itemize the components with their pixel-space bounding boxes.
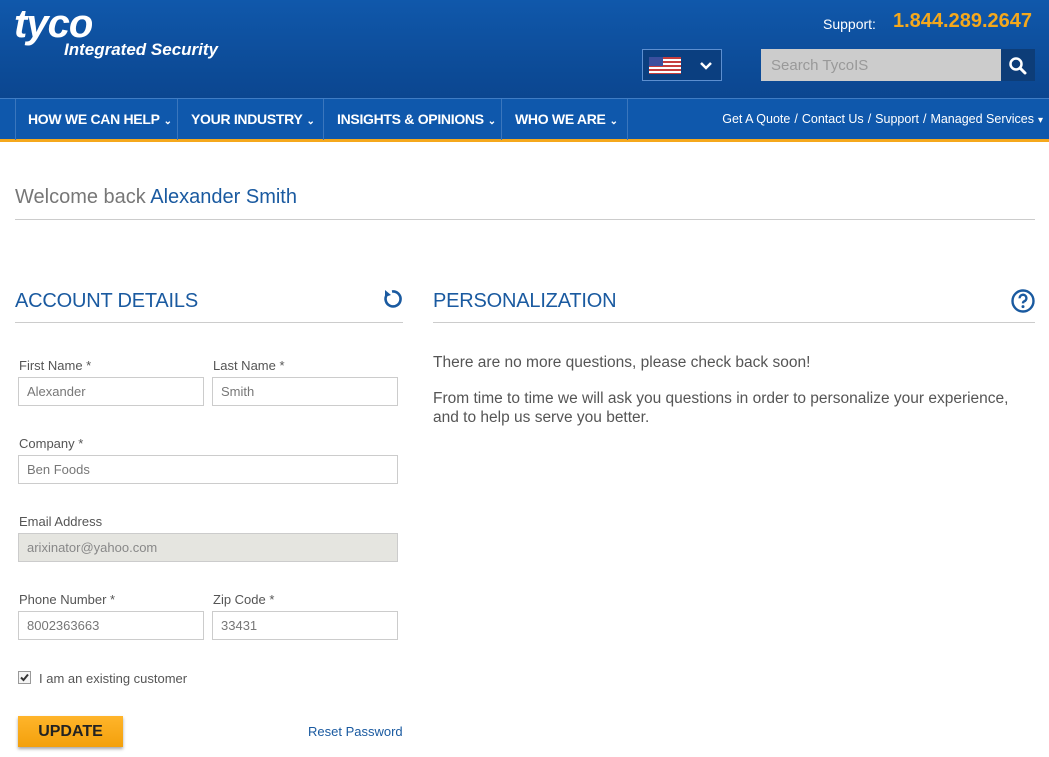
- user-name: Alexander Smith: [150, 186, 297, 208]
- last-name-field[interactable]: [212, 377, 398, 406]
- welcome-heading: Welcome back Alexander Smith: [15, 186, 297, 209]
- search-button[interactable]: [1001, 49, 1035, 81]
- nav-item-label: HOW WE CAN HELP: [28, 111, 160, 127]
- company-label: Company *: [19, 436, 84, 451]
- zip-code-label: Zip Code *: [213, 592, 275, 607]
- first-name-field[interactable]: [18, 377, 204, 406]
- company-field[interactable]: [18, 455, 398, 484]
- contact-us-link[interactable]: Contact Us: [802, 112, 864, 126]
- divider: [15, 219, 1035, 220]
- search-icon: [1009, 57, 1027, 75]
- phone-field[interactable]: [18, 611, 204, 640]
- nav-item-who-we-are[interactable]: WHO WE ARE ⌄: [502, 99, 618, 140]
- chevron-down-icon: ⌄: [306, 116, 315, 127]
- site-header: tyco Integrated Security Support: 1.844.…: [0, 0, 1049, 98]
- nav-divider: [627, 99, 628, 140]
- phone-label: Phone Number *: [19, 592, 116, 607]
- chevron-down-icon: ⌄: [609, 116, 618, 127]
- update-button[interactable]: UPDATE: [18, 716, 123, 747]
- refresh-icon[interactable]: [381, 288, 403, 310]
- personalization-title: PERSONALIZATION: [433, 290, 617, 312]
- tyco-logo[interactable]: tyco Integrated Security: [14, 2, 218, 59]
- welcome-prefix: Welcome back: [15, 186, 146, 208]
- search-input[interactable]: [761, 49, 1001, 81]
- last-name-label: Last Name *: [213, 358, 285, 373]
- first-name-label: First Name *: [19, 358, 92, 373]
- help-icon[interactable]: [1011, 289, 1035, 313]
- nav-item-label: INSIGHTS & OPINIONS: [337, 111, 484, 127]
- support-label: Support:: [823, 16, 876, 32]
- divider: [15, 322, 403, 323]
- email-label: Email Address: [19, 514, 103, 529]
- nav-item-label: YOUR INDUSTRY: [191, 111, 303, 127]
- utility-links: Get A Quote / Contact Us / Support / Managed S…: [722, 112, 1043, 126]
- checkmark-icon: [20, 673, 29, 682]
- logo-subtitle: Integrated Security: [64, 40, 218, 59]
- nav-item-label: WHO WE ARE: [515, 111, 606, 127]
- us-flag-icon: [649, 57, 681, 74]
- support-link[interactable]: Support: [875, 112, 919, 126]
- existing-customer-checkbox[interactable]: [18, 671, 31, 684]
- nav-item-your-industry[interactable]: YOUR INDUSTRY ⌄: [178, 99, 315, 140]
- email-field: [18, 533, 398, 562]
- chevron-down-icon: ▾: [1037, 115, 1043, 126]
- get-a-quote-link[interactable]: Get A Quote: [722, 112, 790, 126]
- support-phone[interactable]: 1.844.289.2647: [893, 10, 1032, 33]
- account-details-title: ACCOUNT DETAILS: [15, 290, 198, 312]
- language-selector[interactable]: [642, 49, 722, 81]
- reset-password-link[interactable]: Reset Password: [308, 724, 403, 739]
- logo-wordmark: tyco: [14, 2, 93, 46]
- chevron-down-icon: ⌄: [163, 116, 172, 127]
- divider: [433, 322, 1035, 323]
- personalization-description: From time to time we will ask you questi…: [433, 390, 1009, 426]
- nav-item-insights-opinions[interactable]: INSIGHTS & OPINIONS ⌄: [324, 99, 496, 140]
- chevron-down-icon: [700, 62, 712, 70]
- zip-code-field[interactable]: [212, 611, 398, 640]
- nav-item-how-we-can-help[interactable]: HOW WE CAN HELP ⌄: [15, 99, 172, 140]
- personalization-message: There are no more questions, please chec…: [433, 354, 811, 371]
- existing-customer-label: I am an existing customer: [39, 671, 188, 686]
- main-nav: HOW WE CAN HELP ⌄ YOUR INDUSTRY ⌄ INSIGHTS…: [0, 98, 1049, 142]
- chevron-down-icon: ⌄: [487, 116, 496, 127]
- managed-services-link[interactable]: Managed Services: [930, 112, 1034, 126]
